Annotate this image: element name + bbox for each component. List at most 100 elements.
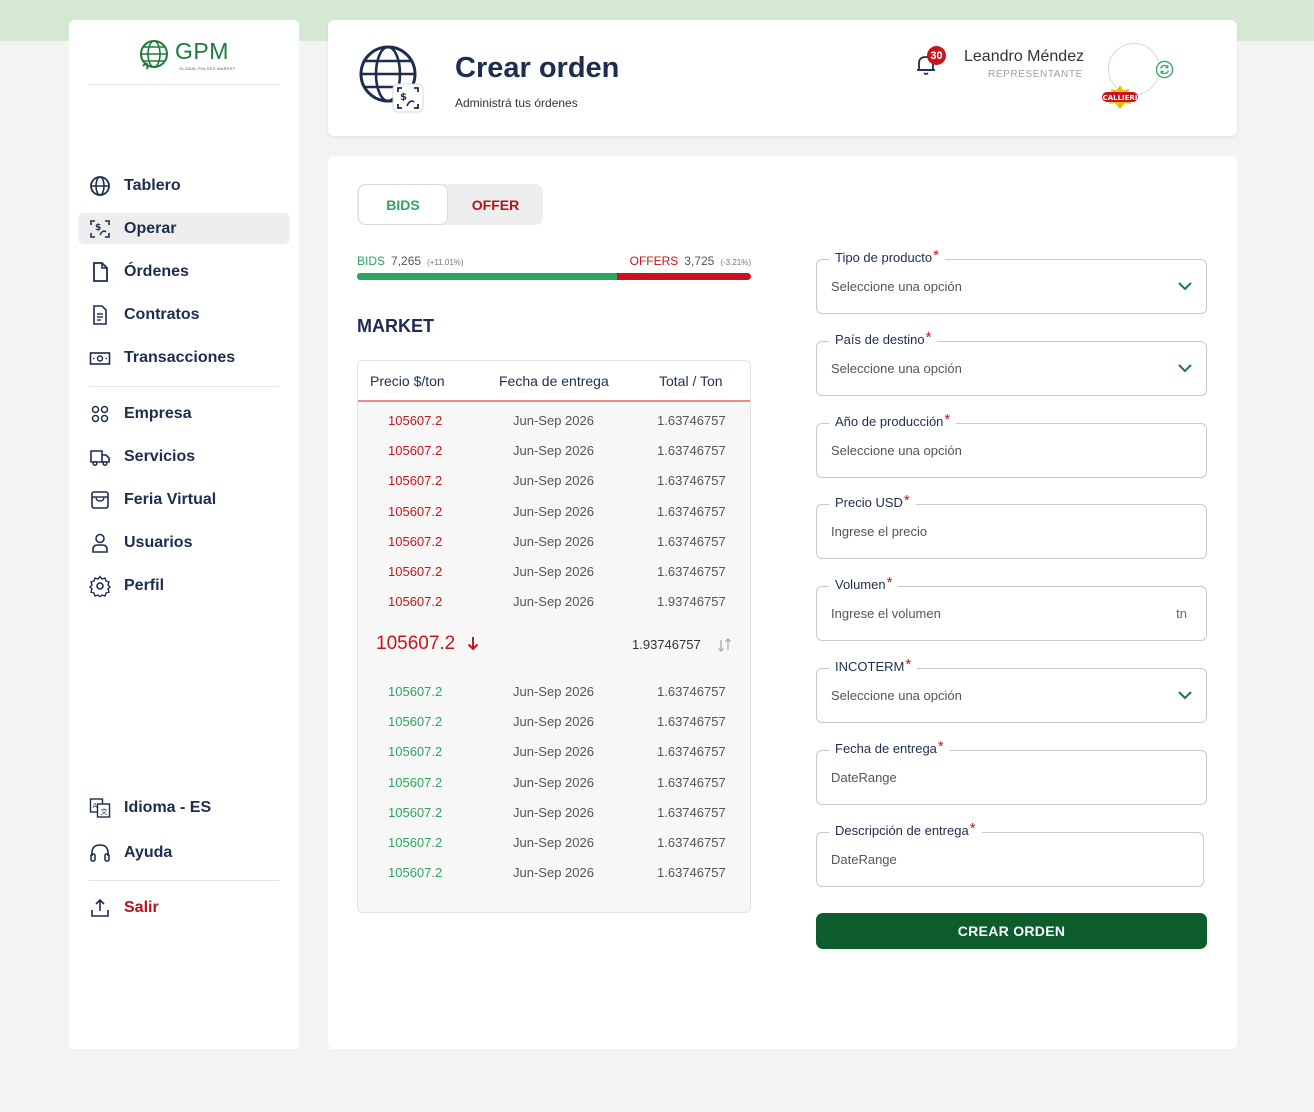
store-icon — [91, 491, 109, 509]
table-row[interactable]: 105607.2 Jun-Sep 2026 1.63746757 — [358, 557, 750, 587]
required-mark: * — [937, 737, 944, 755]
sidebar-item-perfil[interactable]: Perfil — [78, 570, 290, 601]
sidebar-item-label: Transacciones — [124, 348, 236, 366]
price-cell: 105607.2 — [388, 594, 443, 610]
field-label-text: Año de producción — [835, 413, 944, 429]
date-cell: Jun-Sep 2026 — [513, 594, 594, 610]
sidebar-item-transacciones[interactable]: Transacciones — [78, 342, 290, 373]
form-field-descripción-de-entrega[interactable]: Descripción de entrega* DateRange — [816, 820, 1204, 887]
field-placeholder[interactable]: Ingrese el volumen — [831, 606, 941, 621]
sidebar-item-empresa[interactable]: Empresa — [78, 398, 290, 429]
sidebar-item-label: Feria Virtual — [124, 490, 217, 508]
create-order-button[interactable]: CREAR ORDEN — [816, 913, 1207, 949]
sidebar-item-servicios[interactable]: Servicios — [78, 441, 290, 472]
sidebar-item-salir[interactable]: Salir — [78, 892, 290, 923]
tab-offer[interactable]: OFFER — [448, 184, 543, 225]
field-label-text: Volumen — [835, 577, 886, 593]
logo-text: GPM — [175, 38, 229, 64]
field-placeholder[interactable]: DateRange — [831, 852, 897, 867]
total-cell: 1.63746757 — [657, 835, 726, 850]
table-row[interactable]: 105607.2 Jun-Sep 2026 1.63746757 — [358, 527, 750, 557]
field-placeholder[interactable]: Ingrese el precio — [831, 524, 927, 539]
page-title: Crear orden — [455, 52, 620, 84]
form-field-volumen[interactable]: Volumen* Ingrese el volumen tn — [816, 574, 1207, 642]
price-cell: 105607.2 — [388, 564, 443, 579]
globe-exchange-icon: $ — [359, 45, 424, 113]
sidebar-item-label: Perfil — [124, 576, 165, 594]
total-cell: 1.63746757 — [657, 533, 726, 549]
field-label: Tipo de producto* — [829, 247, 945, 266]
chevron-down-icon[interactable] — [1177, 689, 1193, 701]
table-row[interactable]: 105607.2 Jun-Sep 2026 1.63746757 — [358, 798, 750, 828]
table-row[interactable]: 105607.2 Jun-Sep 2026 1.93746757 — [358, 587, 750, 617]
chevron-down-icon[interactable] — [1177, 280, 1193, 292]
logo[interactable]: GPM GLOBAL PULSES MARKET — [137, 38, 235, 72]
field-placeholder[interactable]: Seleccione una opción — [831, 279, 962, 294]
offers-label: OFFERS — [629, 254, 679, 268]
form-field-incoterm[interactable]: INCOTERM* Seleccione una opción — [816, 656, 1207, 723]
sidebar: GPM GLOBAL PULSES MARKET Tablero $ Opera… — [69, 20, 299, 1049]
column-header-price: Precio $/ton — [370, 373, 445, 389]
svg-text:文: 文 — [101, 807, 108, 816]
price-cell: 105607.2 — [388, 503, 443, 519]
table-row[interactable]: 105607.2 Jun-Sep 2026 1.63746757 — [358, 858, 750, 888]
bids-offers-bar — [357, 273, 751, 280]
unit-suffix: tn — [1176, 606, 1187, 622]
table-row[interactable]: 105607.2 Jun-Sep 2026 1.63746757 — [358, 436, 750, 466]
refresh-icon[interactable] — [1155, 60, 1174, 79]
sidebar-item-usuarios[interactable]: Usuarios — [78, 527, 290, 558]
tab-bids[interactable]: BIDS — [358, 184, 448, 225]
form-field-año-de-producción[interactable]: Año de producción* Seleccione una opción — [816, 411, 1207, 478]
form-field-fecha-de-entrega[interactable]: Fecha de entrega* DateRange — [816, 738, 1207, 805]
table-row[interactable]: 105607.2 Jun-Sep 2026 1.63746757 — [358, 768, 750, 798]
form-field-precio-usd[interactable]: Precio USD* Ingrese el precio — [816, 492, 1207, 560]
page-header: $ Crear orden Administrá tus órdenes 30 … — [328, 20, 1237, 136]
market-title: MARKET — [357, 316, 434, 336]
table-row[interactable]: 105607.2 Jun-Sep 2026 1.63746757 — [358, 677, 750, 707]
table-row[interactable]: 105607.2 Jun-Sep 2026 1.63746757 — [358, 737, 750, 767]
sidebar-item-ordenes[interactable]: Órdenes — [78, 256, 290, 287]
chevron-down-icon[interactable] — [1177, 362, 1193, 374]
table-row[interactable]: 105607.2 Jun-Sep 2026 1.63746757 — [358, 497, 750, 527]
sidebar-item-feria-virtual[interactable]: Feria Virtual — [78, 484, 290, 515]
required-mark: * — [925, 328, 932, 346]
swap-icon[interactable] — [716, 637, 734, 653]
form-field-tipo-de-producto[interactable]: Tipo de producto* Seleccione una opción — [816, 247, 1207, 314]
sidebar-item-ayuda[interactable]: Ayuda — [78, 837, 290, 868]
date-cell: Jun-Sep 2026 — [513, 443, 594, 459]
required-mark: * — [886, 574, 893, 592]
sidebar-item-idioma[interactable]: A文 Idioma - ES — [78, 792, 290, 823]
sidebar-item-label: Idioma - ES — [124, 798, 212, 816]
required-mark: * — [944, 410, 951, 428]
table-row[interactable]: 105607.2 Jun-Sep 2026 1.63746757 — [358, 466, 750, 496]
notification-badge[interactable]: 30 — [927, 46, 946, 65]
table-row[interactable]: 105607.2 Jun-Sep 2026 1.63746757 — [358, 406, 750, 436]
field-label: Fecha de entrega* — [829, 737, 950, 757]
table-row[interactable]: 105607.2 Jun-Sep 2026 1.63746757 — [358, 707, 750, 737]
price-cell: 105607.2 — [388, 533, 443, 549]
sidebar-item-operar[interactable]: $ Operar — [78, 213, 290, 244]
total-cell: 1.63746757 — [657, 744, 726, 760]
sidebar-item-contratos[interactable]: Contratos — [78, 299, 290, 330]
date-cell: Jun-Sep 2026 — [513, 804, 594, 820]
globe-icon — [90, 176, 110, 196]
form-field-país-de-destino[interactable]: País de destino* Seleccione una opción — [816, 329, 1207, 396]
offers-value: 3,725 — [684, 254, 715, 268]
column-header-total: Total / Ton — [659, 373, 723, 389]
price-cell: 105607.2 — [388, 443, 443, 459]
date-cell: Jun-Sep 2026 — [513, 413, 594, 428]
date-cell: Jun-Sep 2026 — [513, 564, 594, 579]
field-label-text: Fecha de entrega — [835, 740, 937, 756]
total-cell: 1.63746757 — [657, 865, 726, 881]
sidebar-item-tablero[interactable]: Tablero — [78, 170, 290, 201]
field-placeholder[interactable]: DateRange — [831, 770, 897, 785]
svg-text:$: $ — [400, 92, 407, 103]
date-cell: Jun-Sep 2026 — [513, 684, 594, 699]
price-cell: 105607.2 — [388, 413, 443, 428]
field-placeholder[interactable]: Seleccione una opción — [831, 361, 962, 376]
bids-value: 7,265 — [391, 254, 422, 268]
field-placeholder[interactable]: Seleccione una opción — [831, 443, 962, 458]
table-row[interactable]: 105607.2 Jun-Sep 2026 1.63746757 — [358, 828, 750, 858]
field-placeholder[interactable]: Seleccione una opción — [831, 688, 962, 703]
total-cell: 1.63746757 — [657, 684, 726, 699]
